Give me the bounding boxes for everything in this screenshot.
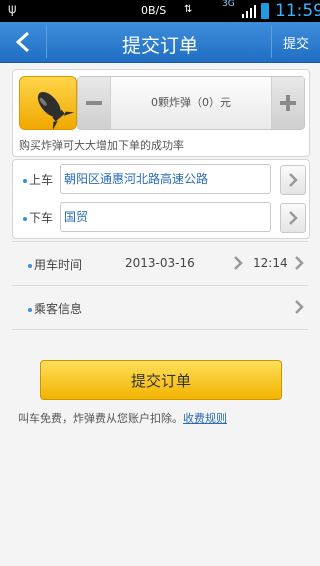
network-type: 3G	[222, 0, 235, 9]
signal-icon	[242, 5, 256, 18]
bomb-icon	[19, 76, 77, 131]
title-bar: 提交订单 提交	[0, 22, 320, 63]
fee-note: 叫车免费，炸弹费从您账户扣除。收费规则	[18, 410, 227, 426]
fee-rules-link[interactable]: 收费规则	[183, 412, 227, 425]
bomb-card: 0颗炸弹（0）元 购买炸弹可大大增加下单的成功率	[12, 69, 310, 157]
pickup-arrow-button[interactable]	[280, 165, 306, 195]
usb-icon: ψ	[8, 2, 17, 17]
chevron-right-icon	[289, 211, 298, 225]
route-card: 上车 朝阳区通惠河北路高速公路 下车 国贸	[12, 159, 310, 239]
fee-note-text: 叫车免费，炸弹费从您账户扣除。	[18, 412, 183, 425]
bomb-quantity-stepper: 0颗炸弹（0）元	[77, 76, 305, 130]
bomb-hint: 购买炸弹可大大增加下单的成功率	[19, 139, 184, 152]
decrease-button[interactable]	[78, 77, 111, 129]
header-submit-button[interactable]: 提交	[272, 22, 320, 62]
chevron-right-icon	[295, 256, 304, 270]
divider	[12, 329, 308, 330]
dropoff-arrow-button[interactable]	[280, 203, 306, 233]
dropoff-field[interactable]: 国贸	[60, 202, 271, 232]
passenger-info-label: 乘客信息	[28, 300, 82, 317]
pickup-field[interactable]: 朝阳区通惠河北路高速公路	[60, 164, 271, 194]
chevron-right-icon	[295, 300, 304, 314]
bullet-dot	[28, 263, 32, 268]
chevron-right-icon	[289, 173, 298, 187]
plus-icon	[280, 95, 296, 111]
ride-date[interactable]: 2013-03-16	[125, 256, 195, 270]
network-speed: 0B/S	[141, 4, 167, 17]
increase-button[interactable]	[271, 77, 304, 129]
ride-time[interactable]: 12:14	[253, 256, 288, 270]
minus-icon	[86, 101, 102, 105]
bullet-dot	[23, 178, 27, 183]
ride-time-row[interactable]: 用车时间 2013-03-16 12:14	[12, 242, 308, 284]
status-bar: ψ 0B/S ⇅ 3G 11:59	[0, 0, 320, 22]
passenger-info-row[interactable]: 乘客信息	[12, 286, 308, 328]
bomb-count: 0颗炸弹（0）元	[151, 96, 231, 109]
bullet-dot	[23, 216, 27, 221]
submit-order-button[interactable]: 提交订单	[40, 360, 282, 400]
ride-time-label: 用车时间	[28, 256, 82, 273]
bullet-dot	[28, 307, 32, 312]
battery-icon	[261, 3, 269, 19]
clock: 11:59	[275, 1, 320, 21]
data-transfer-icon: ⇅	[184, 4, 193, 15]
pickup-label: 上车	[23, 171, 53, 188]
dropoff-label: 下车	[23, 209, 53, 226]
chevron-right-icon	[234, 256, 243, 270]
